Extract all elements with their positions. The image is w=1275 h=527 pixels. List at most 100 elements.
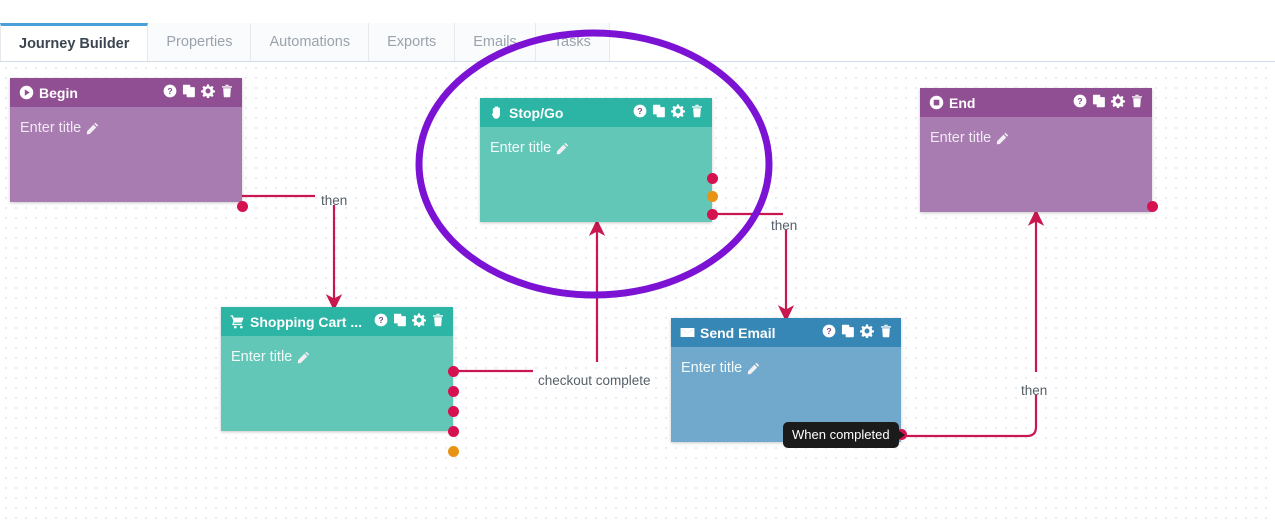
duplicate-icon — [182, 84, 196, 101]
connector-dot[interactable] — [448, 426, 459, 437]
connector-dot[interactable] — [707, 173, 718, 184]
svg-text:?: ? — [167, 86, 172, 96]
node-stopgo[interactable]: Stop/Go? Enter title — [480, 98, 718, 222]
edge-label-begin-to-cart: then — [321, 193, 348, 208]
enter-title-field[interactable]: Enter title — [930, 130, 1009, 146]
tab-tasks[interactable]: Tasks — [535, 23, 610, 62]
journey-canvas[interactable]: Begin? Enter title Stop/Go? Enter title Shop… — [0, 62, 1275, 527]
node-header[interactable]: Send Email? — [671, 318, 901, 347]
duplicate-button[interactable] — [652, 104, 666, 121]
enter-title-field[interactable]: Enter title — [231, 349, 310, 365]
svg-text:?: ? — [1077, 96, 1082, 106]
connector-dot[interactable] — [707, 209, 718, 220]
node-shoppingcart[interactable]: Shopping Cart ...? Enter title — [221, 307, 459, 457]
node-header[interactable]: Begin? — [10, 78, 242, 107]
pencil-icon[interactable] — [297, 351, 310, 364]
enter-title-field[interactable]: Enter title — [681, 360, 760, 376]
settings-icon — [411, 313, 427, 330]
duplicate-button[interactable] — [182, 84, 196, 101]
delete-button[interactable] — [690, 104, 704, 121]
tab-label: Journey Builder — [19, 35, 130, 52]
node-body: Enter title — [221, 336, 453, 431]
node-action-group: ? — [157, 84, 234, 101]
connector-dot[interactable] — [237, 201, 248, 212]
duplicate-button[interactable] — [1092, 94, 1106, 111]
node-begin[interactable]: Begin? Enter title — [10, 78, 248, 212]
help-circle-icon: ? — [1073, 94, 1087, 111]
edge-label-email-to-end: then — [1021, 383, 1048, 398]
connector-dot[interactable] — [448, 446, 459, 457]
tab-label: Emails — [473, 34, 517, 50]
settings-button[interactable] — [670, 104, 686, 121]
tab-emails[interactable]: Emails — [455, 23, 536, 62]
settings-icon — [859, 324, 875, 341]
help-button[interactable]: ? — [1073, 94, 1087, 111]
enter-title-field[interactable]: Enter title — [20, 120, 99, 136]
node-header[interactable]: Shopping Cart ...? — [221, 307, 453, 336]
tab-label: Automations — [269, 34, 351, 50]
delete-icon — [220, 84, 234, 101]
settings-icon — [670, 104, 686, 121]
enter-title-label: Enter title — [930, 130, 992, 146]
node-type-label: Stop/Go — [509, 104, 564, 121]
tab-label: Exports — [387, 34, 437, 50]
help-circle-icon: ? — [822, 324, 836, 341]
node-end[interactable]: End? Enter title — [920, 88, 1158, 212]
node-header[interactable]: End? — [920, 88, 1152, 117]
play-circle-icon — [19, 85, 34, 100]
duplicate-button[interactable] — [393, 313, 407, 330]
pencil-icon[interactable] — [86, 122, 99, 135]
settings-button[interactable] — [411, 313, 427, 330]
settings-icon — [1110, 94, 1126, 111]
settings-button[interactable] — [1110, 94, 1126, 111]
node-type-label: Begin — [39, 84, 78, 101]
enter-title-field[interactable]: Enter title — [490, 140, 569, 156]
tab-label: Properties — [166, 34, 233, 50]
enter-title-label: Enter title — [20, 120, 82, 136]
help-circle-icon: ? — [633, 104, 647, 121]
settings-button[interactable] — [859, 324, 875, 341]
duplicate-icon — [841, 324, 855, 341]
duplicate-icon — [393, 313, 407, 330]
node-header[interactable]: Stop/Go? — [480, 98, 712, 127]
delete-button[interactable] — [879, 324, 893, 341]
node-action-group: ? — [368, 313, 445, 330]
pencil-icon[interactable] — [747, 362, 760, 375]
duplicate-button[interactable] — [841, 324, 855, 341]
envelope-icon — [680, 325, 695, 340]
delete-icon — [431, 313, 445, 330]
node-sendemail[interactable]: Send Email? Enter title When completed — [671, 318, 907, 448]
help-circle-icon: ? — [163, 84, 177, 101]
tab-automations[interactable]: Automations — [251, 23, 370, 62]
tab-properties[interactable]: Properties — [148, 23, 252, 62]
connector-dot[interactable] — [707, 191, 718, 202]
delete-button[interactable] — [431, 313, 445, 330]
help-button[interactable]: ? — [163, 84, 177, 101]
connector-dot[interactable] — [448, 366, 459, 377]
tab-journey-builder[interactable]: Journey Builder — [0, 23, 149, 62]
tab-strip: Journey Builder Properties Automations Expo… — [0, 23, 610, 62]
tab-exports[interactable]: Exports — [369, 23, 456, 62]
node-type-label: End — [949, 94, 976, 111]
connector-dot[interactable] — [448, 386, 459, 397]
pencil-icon[interactable] — [556, 142, 569, 155]
node-body: Enter title — [920, 117, 1152, 212]
help-button[interactable]: ? — [633, 104, 647, 121]
connector-tooltip: When completed — [783, 422, 905, 448]
enter-title-label: Enter title — [490, 140, 552, 156]
help-button[interactable]: ? — [822, 324, 836, 341]
svg-text:?: ? — [826, 326, 831, 336]
shopping-cart-icon — [230, 314, 245, 329]
connector-dot[interactable] — [1147, 201, 1158, 212]
duplicate-icon — [1092, 94, 1106, 111]
delete-button[interactable] — [1130, 94, 1144, 111]
hand-icon — [489, 105, 504, 120]
connector-dot[interactable] — [448, 406, 459, 417]
help-button[interactable]: ? — [374, 313, 388, 330]
settings-button[interactable] — [200, 84, 216, 101]
delete-button[interactable] — [220, 84, 234, 101]
node-action-group: ? — [816, 324, 893, 341]
enter-title-label: Enter title — [231, 349, 293, 365]
pencil-icon[interactable] — [996, 132, 1009, 145]
settings-icon — [200, 84, 216, 101]
